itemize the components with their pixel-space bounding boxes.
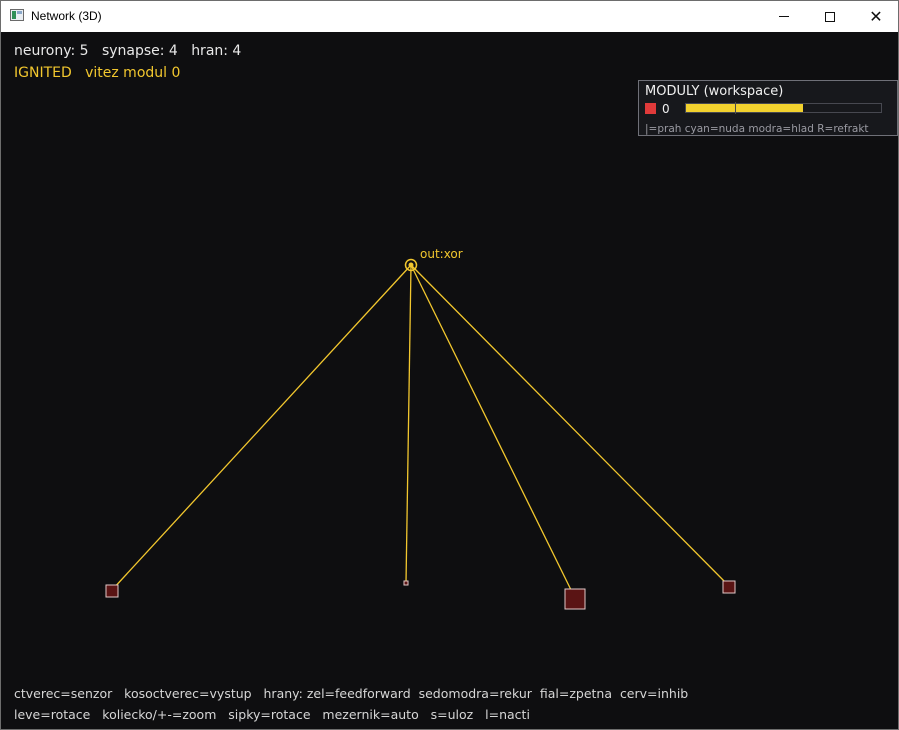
network-stats: neurony: 5 synapse: 4 hran: 4 — [14, 43, 242, 59]
edge-sensor-3 — [410, 264, 576, 599]
ignition-status: IGNITED vitez modul 0 — [14, 65, 181, 81]
app-window-icon — [10, 9, 24, 21]
sensor-node-4[interactable] — [722, 580, 736, 594]
output-node-core — [408, 262, 414, 268]
sensor-nodes — [105, 580, 736, 610]
maximize-icon — [825, 11, 835, 22]
edges — [111, 264, 730, 599]
minimize-button[interactable] — [761, 1, 807, 32]
help-line-2: leve=rotace koliecko/+-=zoom sipky=rotac… — [14, 707, 530, 722]
module-activation-fill — [686, 104, 803, 112]
modules-panel: MODULY (workspace) 0 |=prah cyan=nuda mo… — [638, 80, 898, 136]
app-window: Network (3D) ✕ out:xor neurony: 5 synaps… — [0, 0, 899, 730]
module-activation-bar — [685, 102, 882, 114]
module-id: 0 — [662, 102, 670, 116]
edge-sensor-1 — [111, 264, 412, 591]
module-threshold-marker — [734, 102, 736, 114]
sensor-node-3[interactable] — [564, 588, 586, 610]
output-node[interactable]: out:xor — [404, 247, 463, 272]
window-title: Network (3D) — [31, 9, 102, 23]
sensor-node-1[interactable] — [105, 584, 119, 598]
maximize-button[interactable] — [807, 1, 853, 32]
help-line-1: ctverec=senzor kosoctverec=vystup hrany:… — [14, 686, 689, 701]
close-button[interactable]: ✕ — [853, 1, 898, 32]
minimize-icon — [779, 16, 789, 17]
edge-sensor-2 — [405, 264, 412, 584]
sensor-node-2[interactable] — [403, 580, 409, 586]
modules-panel-legend: |=prah cyan=nuda modra=hlad R=refrakt — [645, 123, 869, 135]
close-icon: ✕ — [869, 7, 883, 26]
module-color-swatch — [645, 103, 656, 114]
edge-sensor-4 — [410, 264, 730, 587]
network-canvas[interactable]: out:xor neurony: 5 synapse: 4 hran: 4 IG… — [1, 32, 898, 729]
output-node-label: out:xor — [420, 247, 463, 261]
title-bar[interactable]: Network (3D) ✕ — [1, 1, 898, 32]
modules-panel-title: MODULY (workspace) — [645, 84, 784, 99]
network-graph[interactable]: out:xor — [1, 32, 898, 729]
